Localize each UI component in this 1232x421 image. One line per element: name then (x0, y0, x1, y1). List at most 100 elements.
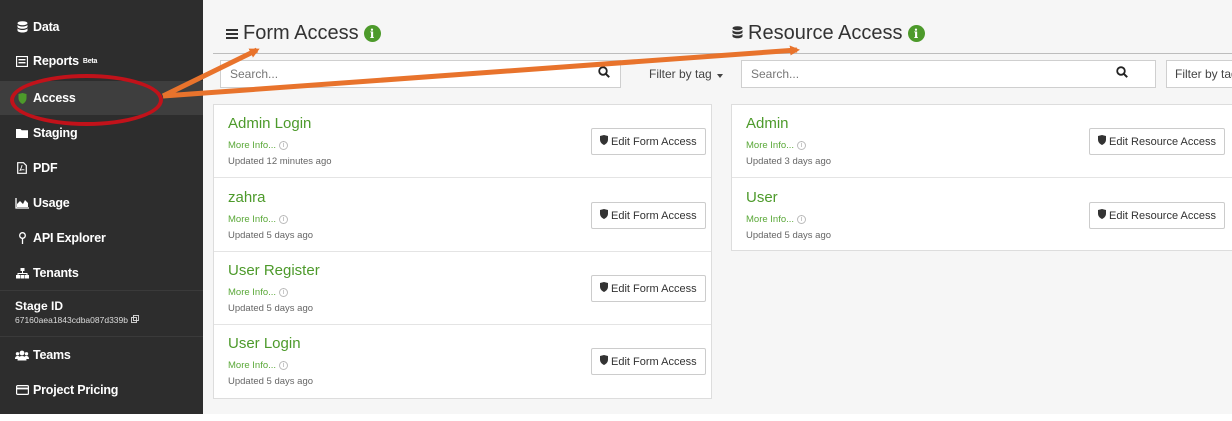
search-placeholder: Search... (230, 67, 279, 81)
updated-text: Updated 5 days ago (228, 230, 314, 241)
stage-id-block: Stage ID 67160aea1843cdba087d339b (15, 299, 139, 325)
sidebar-item-label: Staging (33, 126, 78, 140)
resource-access-list: Admin More Info... i Updated 3 days ago E… (731, 104, 1232, 251)
sidebar-item-reports[interactable]: Reports Beta (0, 44, 203, 78)
sidebar-item-api-explorer[interactable]: API Explorer (0, 221, 203, 255)
list-item: Admin Login More Info... i Updated 12 min… (214, 105, 711, 178)
shield-icon (600, 355, 608, 368)
search-placeholder: Search... (751, 67, 800, 81)
edit-resource-access-button[interactable]: Edit Resource Access (1089, 128, 1225, 155)
form-filter-dropdown[interactable]: Filter by tag (641, 60, 731, 88)
sitemap-icon (15, 267, 29, 279)
stage-id-label: Stage ID (15, 299, 64, 313)
resource-search-button[interactable] (1106, 60, 1138, 88)
more-info-link[interactable]: More Info... i (228, 140, 289, 151)
edit-form-access-button[interactable]: Edit Form Access (591, 348, 706, 375)
list-item: User Register More Info... i Updated 5 da… (214, 252, 711, 325)
sidebar-item-usage[interactable]: Usage (0, 186, 203, 220)
database-icon (15, 21, 29, 33)
sidebar-item-access[interactable]: Access (0, 81, 203, 115)
stage-id-value: 67160aea1843cdba087d339b (15, 315, 128, 325)
item-title[interactable]: User Register (228, 262, 320, 279)
report-icon (15, 55, 29, 67)
form-access-title-text: Form Access (243, 22, 359, 44)
list-icon (226, 22, 238, 45)
sidebar-item-label: API Explorer (33, 231, 106, 245)
resource-access-title: Resource Access i (732, 22, 925, 45)
filter-label: Filter by tag (1175, 67, 1232, 81)
info-icon: i (797, 141, 807, 150)
section-divider (731, 53, 1232, 54)
info-icon: i (279, 141, 289, 150)
updated-text: Updated 5 days ago (746, 230, 832, 241)
info-icon[interactable]: i (363, 25, 381, 42)
shield-icon (1098, 135, 1106, 148)
form-search-input[interactable]: Search... (220, 60, 621, 88)
app-root: Data Reports Beta Access Staging PDF Usa… (0, 0, 1232, 421)
list-item: User Login More Info... i Updated 5 days … (214, 325, 711, 398)
item-title[interactable]: Admin (746, 115, 789, 132)
list-item: zahra More Info... i Updated 5 days ago E… (214, 179, 711, 252)
item-title[interactable]: Admin Login (228, 115, 311, 132)
info-icon: i (279, 215, 289, 224)
more-info-link[interactable]: More Info... i (228, 287, 289, 298)
sidebar-item-label: PDF (33, 161, 58, 175)
sidebar-item-tenants[interactable]: Tenants (0, 256, 203, 290)
info-icon: i (279, 288, 289, 297)
more-info-link[interactable]: More Info... i (228, 214, 289, 225)
sidebar-divider (0, 290, 203, 291)
map-pin-icon (15, 232, 29, 244)
credit-card-icon (15, 385, 29, 395)
edit-form-access-button[interactable]: Edit Form Access (591, 275, 706, 302)
sidebar-item-data[interactable]: Data (0, 10, 203, 44)
sidebar-item-label: Data (33, 20, 60, 34)
form-access-title: Form Access i (226, 22, 381, 45)
beta-badge: Beta (82, 57, 98, 65)
sidebar-item-teams[interactable]: Teams (0, 338, 203, 372)
sidebar-item-label: Access (33, 91, 76, 105)
resource-access-title-text: Resource Access (748, 22, 903, 44)
item-title[interactable]: User Login (228, 335, 301, 352)
search-icon (1116, 65, 1128, 83)
more-info-link[interactable]: More Info... i (746, 214, 807, 225)
edit-form-access-button[interactable]: Edit Form Access (591, 128, 706, 155)
sidebar-divider (0, 336, 203, 337)
caret-down-icon (716, 67, 723, 81)
sidebar-item-project-pricing[interactable]: Project Pricing (0, 373, 203, 407)
form-access-list: Admin Login More Info... i Updated 12 min… (213, 104, 712, 399)
item-title[interactable]: zahra (228, 189, 266, 206)
edit-form-access-button[interactable]: Edit Form Access (591, 202, 706, 229)
sidebar-item-staging[interactable]: Staging (0, 116, 203, 150)
item-title[interactable]: User (746, 189, 778, 206)
info-icon: i (279, 361, 289, 370)
sidebar-item-pdf[interactable]: PDF (0, 151, 203, 185)
sidebar-item-label: Tenants (33, 266, 79, 280)
sidebar-item-label: Reports (33, 54, 79, 68)
shield-icon (15, 92, 29, 104)
users-icon (15, 350, 29, 361)
info-icon: i (797, 215, 807, 224)
form-search-button[interactable] (588, 60, 620, 88)
database-icon (732, 22, 743, 45)
list-item: User More Info... i Updated 5 days ago Ed… (732, 179, 1232, 252)
search-icon (598, 65, 610, 83)
filter-label: Filter by tag (649, 67, 712, 81)
resource-search-input[interactable]: Search... (741, 60, 1156, 88)
sidebar-item-label: Usage (33, 196, 70, 210)
list-item: Admin More Info... i Updated 3 days ago E… (732, 105, 1232, 178)
info-icon[interactable]: i (907, 25, 925, 42)
updated-text: Updated 12 minutes ago (228, 156, 332, 167)
more-info-link[interactable]: More Info... i (746, 140, 807, 151)
section-divider (213, 53, 721, 54)
edit-resource-access-button[interactable]: Edit Resource Access (1089, 202, 1225, 229)
area-chart-icon (15, 197, 29, 209)
shield-icon (1098, 209, 1106, 222)
updated-text: Updated 5 days ago (228, 303, 314, 314)
updated-text: Updated 5 days ago (228, 376, 314, 387)
more-info-link[interactable]: More Info... i (228, 360, 289, 371)
resource-filter-dropdown[interactable]: Filter by tag (1166, 60, 1232, 88)
folder-icon (15, 128, 29, 138)
shield-icon (600, 282, 608, 295)
copy-icon[interactable] (131, 315, 139, 325)
main-content: Form Access i Search... Filter by tag Ad… (203, 0, 1232, 414)
